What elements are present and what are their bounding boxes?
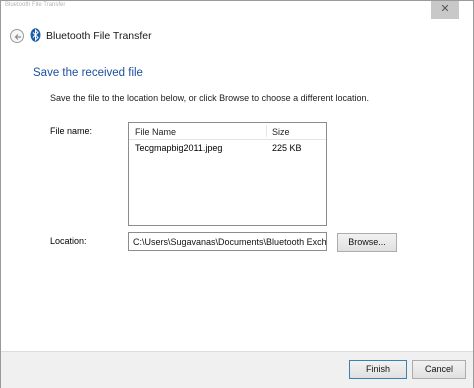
file-name-label: File name: bbox=[50, 126, 93, 136]
file-list-header: File Name Size bbox=[129, 123, 326, 140]
bluetooth-icon bbox=[30, 28, 41, 42]
browse-button[interactable]: Browse... bbox=[337, 233, 397, 252]
file-size-cell: 225 KB bbox=[272, 143, 302, 153]
cancel-button[interactable]: Cancel bbox=[412, 360, 466, 379]
location-label: Location: bbox=[50, 236, 87, 246]
page-heading: Save the received file bbox=[33, 67, 143, 79]
instruction-text: Save the file to the location below, or … bbox=[50, 93, 370, 103]
finish-button[interactable]: Finish bbox=[349, 360, 407, 379]
file-list[interactable]: File Name Size Tecgmapbig2011.jpeg 225 K… bbox=[128, 122, 327, 226]
back-arrow-icon bbox=[14, 34, 21, 40]
close-button[interactable]: ✕ bbox=[431, 1, 459, 19]
back-button[interactable] bbox=[10, 29, 24, 43]
bluetooth-transfer-window: Bluetooth File Transfer ✕ Bluetooth File… bbox=[0, 0, 474, 388]
location-field[interactable]: C:\Users\Sugavanas\Documents\Bluetooth E… bbox=[128, 232, 327, 251]
file-name-cell: Tecgmapbig2011.jpeg bbox=[135, 143, 223, 153]
column-header-size[interactable]: Size bbox=[272, 127, 290, 137]
column-header-file-name[interactable]: File Name bbox=[135, 127, 176, 137]
window-title: Bluetooth File Transfer bbox=[5, 2, 66, 8]
column-divider[interactable] bbox=[266, 125, 267, 137]
wizard-title: Bluetooth File Transfer bbox=[46, 30, 152, 42]
close-icon: ✕ bbox=[440, 3, 450, 15]
